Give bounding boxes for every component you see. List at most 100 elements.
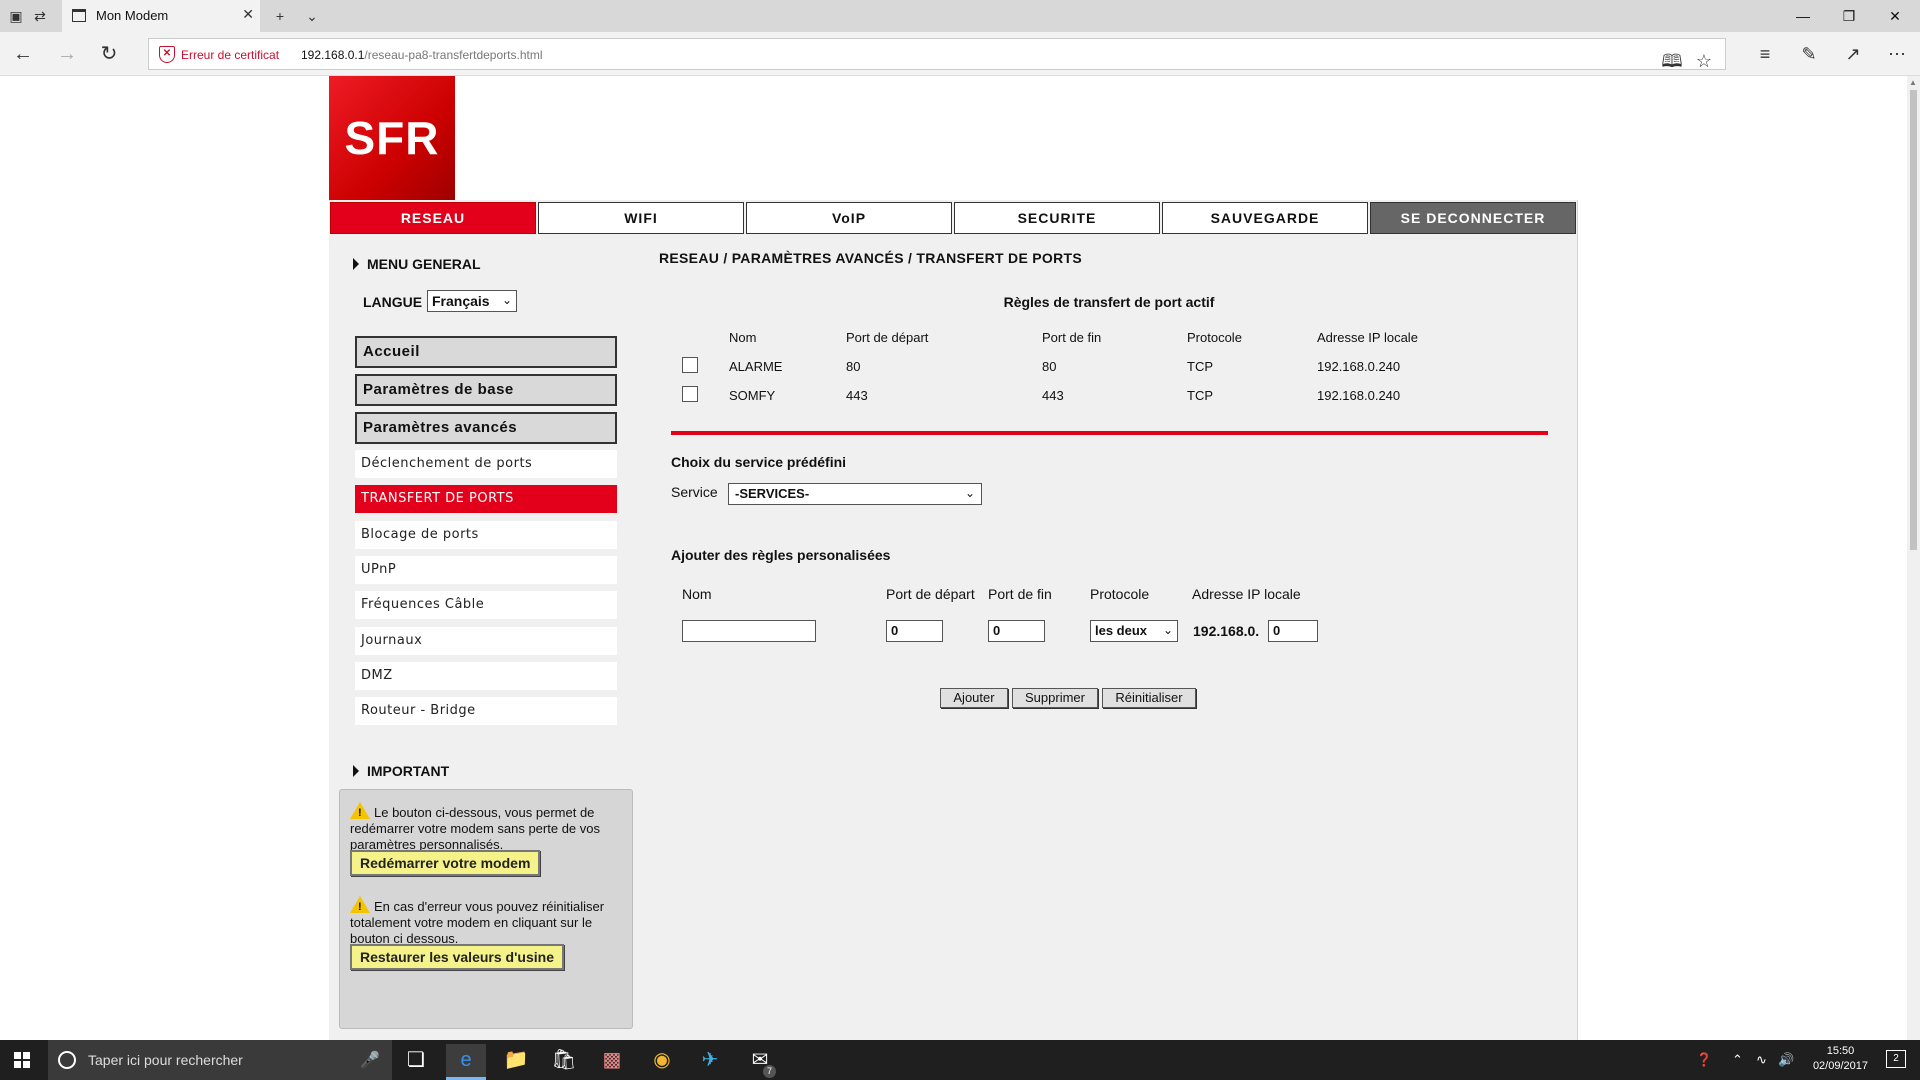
langue-select[interactable]: Français ⌄ <box>427 290 517 312</box>
menu-general-header[interactable]: MENU GENERAL <box>353 256 481 272</box>
add-button[interactable]: Ajouter <box>940 688 1008 708</box>
favorite-star-icon[interactable]: ☆ <box>1691 48 1717 74</box>
submenu-transfert-de-ports[interactable]: TRANSFERT DE PORTS <box>355 485 617 513</box>
nav-tab-sauvegarde[interactable]: SAUVEGARDE <box>1162 202 1368 234</box>
search-placeholder: Taper ici pour rechercher <box>88 1052 243 1068</box>
chevron-down-icon: ⌄ <box>964 486 975 500</box>
share-icon[interactable]: ↗ <box>1840 41 1866 67</box>
rule-port-fin: 80 <box>1042 359 1057 374</box>
page-title: RESEAU / PARAMÈTRES AVANCÉS / TRANSFERT … <box>659 250 1083 266</box>
hub-icon[interactable]: ≡ <box>1752 41 1778 67</box>
notification-count: 2 <box>1893 1053 1899 1064</box>
microphone-icon[interactable]: 🎤 <box>360 1050 380 1070</box>
delete-button[interactable]: Supprimer <box>1012 688 1098 708</box>
submenu-routeur-bridge[interactable]: Routeur - Bridge <box>355 697 617 725</box>
close-window-icon[interactable]: ✕ <box>1872 4 1918 28</box>
browser-tab-bar: ▣ ⇄ Mon Modem ✕ + ⌄ — ❐ ✕ <box>0 0 1920 32</box>
important-label: IMPORTANT <box>367 763 450 779</box>
form-label-port-fin: Port de fin <box>988 586 1052 602</box>
scroll-up-icon[interactable]: ▲ <box>1909 78 1917 87</box>
protocole-select[interactable]: les deux ⌄ <box>1090 620 1178 642</box>
page-scrollbar[interactable]: ▲ <box>1907 76 1920 1040</box>
menu-accueil[interactable]: Accueil <box>355 336 617 368</box>
important-header[interactable]: IMPORTANT <box>353 763 449 779</box>
edge-icon[interactable]: e <box>446 1044 486 1080</box>
forward-icon[interactable]: → <box>54 41 80 67</box>
rule-ip: 192.168.0.240 <box>1317 388 1401 403</box>
certificate-warning-icon[interactable]: ✕ <box>159 46 175 63</box>
more-icon[interactable]: ⋯ <box>1884 41 1910 67</box>
reset-button[interactable]: Réinitialiser <box>1102 688 1196 708</box>
factory-reset-button[interactable]: Restaurer les valeurs d'usine <box>350 944 564 970</box>
taskbar-clock[interactable]: 15:50 02/09/2017 <box>1813 1044 1868 1074</box>
rule-checkbox[interactable] <box>682 386 698 402</box>
photos-app-icon[interactable]: ▩ <box>592 1044 632 1080</box>
modem-page: SFR RESEAU WIFI VoIP SECURITE SAUVEGARDE… <box>329 76 1578 1040</box>
network-icon[interactable]: ∿ <box>1756 1052 1767 1068</box>
tab-manager-icon[interactable]: ▣ <box>6 6 26 26</box>
file-explorer-icon[interactable]: 📁 <box>496 1044 536 1080</box>
col-header-port-depart: Port de départ <box>846 330 929 345</box>
action-center-icon[interactable]: 2 <box>1886 1050 1906 1068</box>
menu-parametres-de-base[interactable]: Paramètres de base <box>355 374 617 406</box>
nav-tab-securite[interactable]: SECURITE <box>954 202 1160 234</box>
nom-input[interactable] <box>682 620 816 642</box>
browser-tab[interactable]: Mon Modem ✕ <box>62 0 260 32</box>
certificate-error-text[interactable]: Erreur de certificat <box>181 48 279 62</box>
submenu-dmz[interactable]: DMZ <box>355 662 617 690</box>
caret-right-icon <box>353 258 359 270</box>
chevron-down-icon: ⌄ <box>1162 623 1173 637</box>
nav-tab-voip[interactable]: VoIP <box>746 202 952 234</box>
chrome-icon[interactable]: ◉ <box>642 1044 682 1080</box>
service-label: Service <box>671 484 718 500</box>
clock-date: 02/09/2017 <box>1812 1060 1868 1072</box>
web-note-icon[interactable]: ✎ <box>1796 41 1822 67</box>
close-tab-icon[interactable]: ✕ <box>242 6 254 23</box>
mail-icon[interactable]: ✉ 7 <box>740 1044 780 1080</box>
service-value: -SERVICES- <box>735 486 810 501</box>
show-hidden-icons-icon[interactable]: ⌃ <box>1732 1052 1743 1068</box>
submenu-frequences-cable[interactable]: Fréquences Câble <box>355 591 617 619</box>
tab-list-chevron-icon[interactable]: ⌄ <box>302 6 322 26</box>
active-rules-title: Règles de transfert de port actif <box>1003 294 1215 310</box>
submenu-blocage-de-ports[interactable]: Blocage de ports <box>355 521 617 549</box>
form-label-protocole: Protocole <box>1090 586 1150 602</box>
windows-start-icon[interactable] <box>14 1052 30 1068</box>
port-depart-input[interactable]: 0 <box>886 620 943 642</box>
ip-last-octet-input[interactable]: 0 <box>1268 620 1318 642</box>
submenu-declenchement-de-ports[interactable]: Déclenchement de ports <box>355 450 617 478</box>
volume-icon[interactable]: 🔊 <box>1778 1052 1794 1068</box>
url-field[interactable]: ✕ Erreur de certificat 192.168.0.1/resea… <box>148 38 1726 71</box>
tab-preview-icon[interactable]: ⇄ <box>30 6 50 26</box>
nav-tab-reseau[interactable]: RESEAU <box>330 202 536 234</box>
form-label-nom: Nom <box>682 586 712 602</box>
minimize-icon[interactable]: — <box>1780 4 1826 28</box>
submenu-upnp[interactable]: UPnP <box>355 556 617 584</box>
back-icon[interactable]: ← <box>10 41 36 67</box>
scrollbar-thumb[interactable] <box>1910 90 1917 550</box>
rule-checkbox[interactable] <box>682 357 698 373</box>
menu-parametres-avances[interactable]: Paramètres avancés <box>355 412 617 444</box>
refresh-icon[interactable]: ↻ <box>96 41 122 67</box>
url-path: /reseau-pa8-transfertdeports.html <box>364 48 543 62</box>
submenu-journaux[interactable]: Journaux <box>355 627 617 655</box>
nav-tab-logout[interactable]: SE DECONNECTER <box>1370 202 1576 234</box>
page-icon <box>72 9 86 22</box>
page-viewport: SFR RESEAU WIFI VoIP SECURITE SAUVEGARDE… <box>0 76 1907 1040</box>
app-rocket-icon[interactable]: ✈ <box>690 1044 730 1080</box>
col-header-ip: Adresse IP locale <box>1317 330 1418 345</box>
port-fin-input[interactable]: 0 <box>988 620 1045 642</box>
reading-view-icon[interactable]: 🕮 <box>1659 48 1685 74</box>
task-view-icon[interactable]: ❏ <box>396 1044 436 1080</box>
service-select[interactable]: -SERVICES- ⌄ <box>728 483 982 505</box>
nav-tab-wifi[interactable]: WIFI <box>538 202 744 234</box>
new-tab-icon[interactable]: + <box>270 6 290 26</box>
sfr-logo[interactable]: SFR <box>329 76 455 200</box>
menu-general-label: MENU GENERAL <box>367 256 481 272</box>
help-icon[interactable]: ❓ <box>1696 1052 1712 1068</box>
store-icon[interactable]: 🛍 <box>544 1044 584 1080</box>
restore-icon[interactable]: ❐ <box>1826 4 1872 28</box>
url-text[interactable]: 192.168.0.1/reseau-pa8-transfertdeports.… <box>301 48 543 62</box>
restart-modem-button[interactable]: Redémarrer votre modem <box>350 850 541 876</box>
taskbar-search[interactable]: Taper ici pour rechercher 🎤 <box>48 1040 392 1080</box>
